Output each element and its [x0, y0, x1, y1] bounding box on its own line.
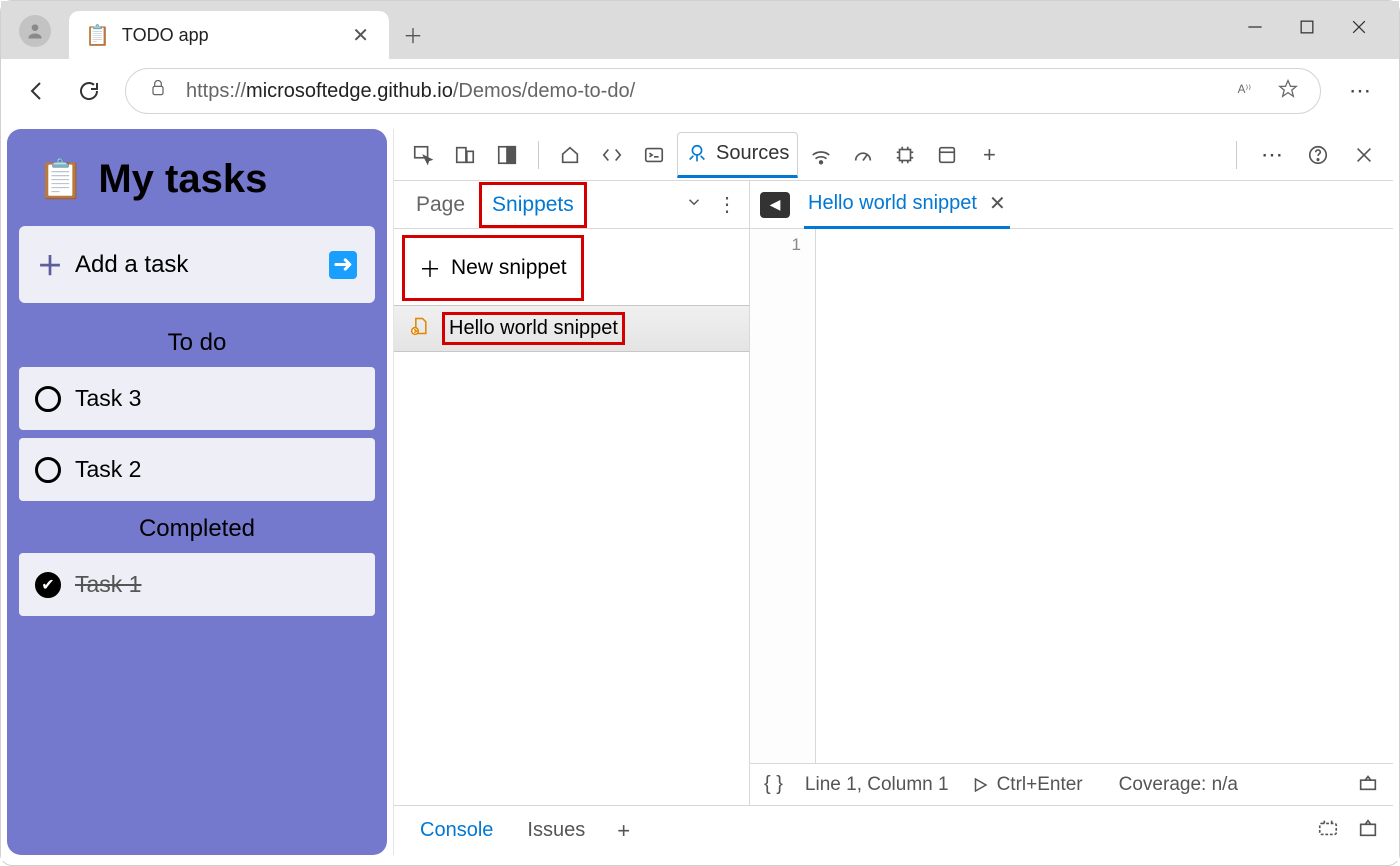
elements-tab-icon[interactable]: [593, 136, 631, 174]
task-label: Task 2: [75, 456, 141, 483]
sources-navigator: Page Snippets ⋮ ＋ New snippet Hello worl…: [394, 181, 749, 805]
task-checkbox-done[interactable]: ✔: [35, 572, 61, 598]
navigator-snippets-tab[interactable]: Snippets: [479, 182, 587, 228]
devtools-close-icon[interactable]: [1345, 136, 1383, 174]
tab-title: TODO app: [122, 25, 336, 46]
coverage-label: Coverage: n/a: [1119, 774, 1238, 796]
browser-toolbar: https://microsoftedge.github.io/Demos/de…: [1, 59, 1399, 123]
plus-icon: ＋: [37, 246, 63, 283]
toggle-navigator-button[interactable]: ◀: [760, 192, 790, 218]
console-tab-icon[interactable]: [635, 136, 673, 174]
task-label: Task 3: [75, 385, 141, 412]
url-text: https://microsoftedge.github.io/Demos/de…: [186, 80, 635, 103]
application-tab-icon[interactable]: [928, 136, 966, 174]
add-drawer-tab-icon[interactable]: [607, 818, 640, 844]
performance-tab-icon[interactable]: [844, 136, 882, 174]
snippet-file-name: Hello world snippet: [442, 312, 625, 345]
add-task-input[interactable]: ＋ Add a task ➜: [19, 226, 375, 303]
svg-text:A⁾⁾: A⁾⁾: [1238, 83, 1252, 96]
drawer-expand-icon[interactable]: [1357, 817, 1379, 844]
section-todo-label: To do: [19, 329, 375, 357]
chevron-down-icon[interactable]: [685, 193, 703, 216]
kebab-icon[interactable]: ⋮: [717, 192, 737, 217]
drawer-issues-tab[interactable]: Issues: [515, 809, 597, 852]
todo-app: 📋 My tasks ＋ Add a task ➜ To do Task 3 T…: [7, 129, 387, 855]
plus-icon: ＋: [419, 252, 441, 284]
new-snippet-button[interactable]: ＋ New snippet: [402, 235, 584, 301]
settings-more-button[interactable]: ⋯: [1341, 78, 1379, 104]
drawer-issues-icon[interactable]: [1317, 817, 1339, 844]
devtools-tabstrip: Sources ⋯: [394, 129, 1393, 181]
close-icon[interactable]: ✕: [989, 191, 1006, 216]
navigator-page-tab[interactable]: Page: [406, 185, 475, 225]
welcome-tab-icon[interactable]: [551, 136, 589, 174]
device-toggle-icon[interactable]: [446, 136, 484, 174]
sources-editor: ◀ Hello world snippet ✕ 1 { } Line 1, Co…: [749, 181, 1393, 805]
memory-tab-icon[interactable]: [886, 136, 924, 174]
show-coverage-icon[interactable]: [1357, 771, 1379, 799]
snippet-file-icon: [410, 316, 430, 342]
editor-file-label: Hello world snippet: [808, 192, 977, 215]
section-completed-label: Completed: [19, 515, 375, 543]
drawer-console-tab[interactable]: Console: [408, 809, 505, 852]
close-icon[interactable]: ✕: [348, 19, 373, 52]
back-button[interactable]: [21, 75, 53, 107]
lock-icon: [148, 78, 168, 104]
task-row[interactable]: ✔ Task 1: [19, 553, 375, 616]
task-checkbox[interactable]: [35, 386, 61, 412]
add-task-label: Add a task: [75, 251, 188, 279]
clipboard-icon: 📋: [37, 158, 84, 202]
app-title: My tasks: [98, 157, 267, 202]
profile-avatar[interactable]: [19, 15, 51, 47]
minimize-button[interactable]: [1235, 11, 1275, 43]
new-snippet-label: New snippet: [451, 256, 567, 280]
task-row[interactable]: Task 2: [19, 438, 375, 501]
task-row[interactable]: Task 3: [19, 367, 375, 430]
address-bar[interactable]: https://microsoftedge.github.io/Demos/de…: [125, 68, 1321, 114]
read-aloud-icon[interactable]: A⁾⁾: [1236, 78, 1256, 104]
refresh-button[interactable]: [73, 75, 105, 107]
devtools-more-button[interactable]: ⋯: [1253, 142, 1291, 168]
sources-tab[interactable]: Sources: [677, 132, 798, 178]
maximize-button[interactable]: [1287, 11, 1327, 43]
task-checkbox[interactable]: [35, 457, 61, 483]
sources-tab-label: Sources: [716, 142, 789, 165]
clipboard-icon: 📋: [85, 23, 110, 48]
inspect-icon[interactable]: [404, 136, 442, 174]
add-tab-icon[interactable]: [970, 136, 1008, 174]
browser-tab[interactable]: 📋 TODO app ✕: [69, 11, 389, 59]
devtools-drawer: Console Issues: [394, 805, 1393, 855]
editor-footer: { } Line 1, Column 1 Ctrl+Enter Coverage…: [750, 763, 1393, 805]
help-icon[interactable]: [1299, 136, 1337, 174]
run-snippet-button[interactable]: Ctrl+Enter: [971, 774, 1083, 796]
cursor-position: Line 1, Column 1: [805, 774, 949, 796]
new-tab-button[interactable]: ＋: [399, 20, 427, 59]
editor-file-tab[interactable]: Hello world snippet ✕: [804, 181, 1010, 229]
dock-icon[interactable]: [488, 136, 526, 174]
submit-arrow-icon[interactable]: ➜: [329, 251, 357, 279]
pretty-print-icon[interactable]: { }: [764, 773, 783, 796]
editor-gutter: 1: [750, 229, 815, 763]
editor-textarea[interactable]: [815, 229, 1393, 763]
favorite-icon[interactable]: [1278, 78, 1298, 104]
close-window-button[interactable]: [1339, 11, 1379, 43]
network-tab-icon[interactable]: [802, 136, 840, 174]
browser-titlebar: 📋 TODO app ✕ ＋: [1, 1, 1399, 59]
devtools-panel: Sources ⋯ Page Snippets: [393, 129, 1393, 855]
snippet-file-row[interactable]: Hello world snippet: [394, 305, 749, 352]
task-label: Task 1: [75, 571, 141, 598]
